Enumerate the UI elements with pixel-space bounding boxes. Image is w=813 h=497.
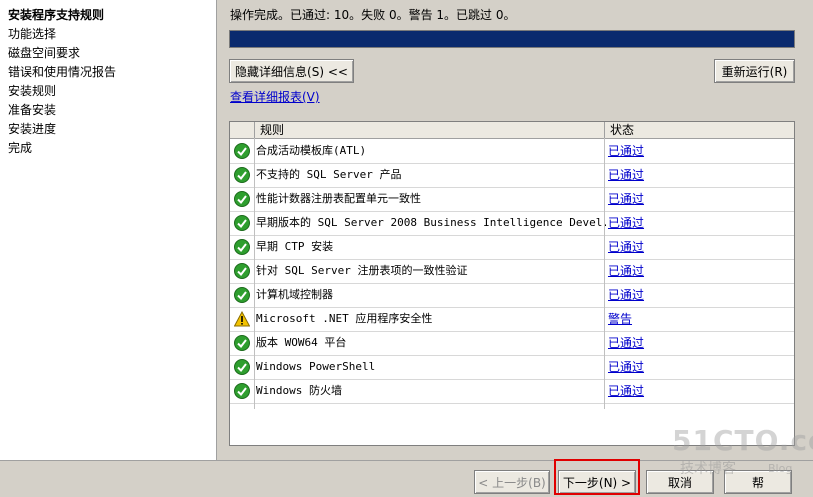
sidebar-item-install-rules[interactable]: 安装规则 bbox=[8, 83, 56, 99]
rule-name: 合成活动模板库(ATL) bbox=[256, 144, 367, 157]
grid-col-divider-icon bbox=[254, 138, 255, 409]
rules-grid: 规则 状态 合成活动模板库(ATL) 已通过 不支持的 SQL Server 产品已… bbox=[229, 121, 795, 446]
rule-status-link[interactable]: 已通过 bbox=[608, 283, 644, 307]
back-button[interactable]: < 上一步(B) bbox=[474, 470, 550, 494]
rule-name: 性能计数器注册表配置单元一致性 bbox=[256, 192, 421, 205]
rule-name: 不支持的 SQL Server 产品 bbox=[256, 168, 402, 181]
pass-icon bbox=[234, 383, 250, 399]
rule-status-link[interactable]: 已通过 bbox=[608, 187, 644, 211]
table-row: 性能计数器注册表配置单元一致性 已通过 bbox=[230, 187, 794, 212]
pass-icon bbox=[234, 215, 250, 231]
hide-details-button[interactable]: 隐藏详细信息(S) << bbox=[229, 59, 354, 83]
sidebar-item-complete[interactable]: 完成 bbox=[8, 140, 32, 156]
pass-icon bbox=[234, 359, 250, 375]
rule-status-link[interactable]: 已通过 bbox=[608, 355, 644, 379]
table-row: Windows PowerShell 已通过 bbox=[230, 355, 794, 380]
status-text: 操作完成。已通过: 10。失败 0。警告 1。已跳过 0。 bbox=[230, 8, 516, 22]
rule-status-link[interactable]: 已通过 bbox=[608, 139, 644, 163]
pass-icon bbox=[234, 191, 250, 207]
rule-name: Windows 防火墙 bbox=[256, 384, 342, 397]
watermark-caption: 技术博客 bbox=[680, 461, 736, 477]
pass-icon bbox=[234, 143, 250, 159]
table-row: 不支持的 SQL Server 产品 已通过 bbox=[230, 163, 794, 188]
sidebar-item-ready-to-install[interactable]: 准备安装 bbox=[8, 102, 56, 118]
rule-status-link[interactable]: 警告 bbox=[608, 307, 632, 331]
watermark-blog: Blog bbox=[768, 462, 793, 475]
table-row: 早期版本的 SQL Server 2008 Business Intellige… bbox=[230, 211, 794, 236]
table-row: 版本 WOW64 平台 已通过 bbox=[230, 331, 794, 356]
header-divider bbox=[604, 122, 605, 138]
view-report-link[interactable]: 查看详细报表(V) bbox=[230, 88, 320, 105]
watermark-logo: 51CTO.com bbox=[672, 424, 813, 457]
rule-name: 针对 SQL Server 注册表项的一致性验证 bbox=[256, 264, 468, 277]
pass-icon bbox=[234, 167, 250, 183]
header-icon-column bbox=[230, 122, 255, 138]
rule-status-link[interactable]: 已通过 bbox=[608, 259, 644, 283]
pass-icon bbox=[234, 239, 250, 255]
pass-icon bbox=[234, 263, 250, 279]
rule-status-link[interactable]: 已通过 bbox=[608, 163, 644, 187]
sidebar-item-feature-selection[interactable]: 功能选择 bbox=[8, 26, 56, 42]
rule-name: Microsoft .NET 应用程序安全性 bbox=[256, 312, 433, 325]
rerun-button[interactable]: 重新运行(R) bbox=[714, 59, 795, 83]
sidebar-nav: 安装程序支持规则 功能选择 磁盘空间要求 错误和使用情况报告 安装规则 准备安装… bbox=[0, 0, 217, 460]
table-row: 针对 SQL Server 注册表项的一致性验证 已通过 bbox=[230, 259, 794, 284]
progress-fill bbox=[230, 31, 794, 47]
table-row: Windows 防火墙 已通过 bbox=[230, 379, 794, 404]
progress-bar bbox=[229, 30, 795, 48]
table-row: 计算机域控制器 已通过 bbox=[230, 283, 794, 308]
pass-icon bbox=[234, 287, 250, 303]
table-row: 合成活动模板库(ATL) 已通过 bbox=[230, 139, 794, 164]
main-panel: 操作完成。已通过: 10。失败 0。警告 1。已跳过 0。 隐藏详细信息(S) … bbox=[217, 0, 813, 460]
rule-name: Windows PowerShell bbox=[256, 360, 376, 373]
rule-status-link[interactable]: 已通过 bbox=[608, 235, 644, 259]
rule-name: 早期 CTP 安装 bbox=[256, 240, 334, 253]
table-row: 早期 CTP 安装 已通过 bbox=[230, 235, 794, 260]
rule-status-link[interactable]: 已通过 bbox=[608, 331, 644, 355]
pass-icon bbox=[234, 335, 250, 351]
sidebar-item-setup-support-rules[interactable]: 安装程序支持规则 bbox=[8, 7, 104, 23]
rule-status-link[interactable]: 已通过 bbox=[608, 211, 644, 235]
rule-name: 早期版本的 SQL Server 2008 Business Intellige… bbox=[256, 216, 606, 229]
grid-header: 规则 状态 bbox=[230, 122, 794, 139]
rule-name: 计算机域控制器 bbox=[256, 288, 333, 301]
sidebar-item-error-reporting[interactable]: 错误和使用情况报告 bbox=[8, 64, 116, 80]
grid-col-divider-status bbox=[604, 138, 605, 409]
header-rule[interactable]: 规则 bbox=[260, 122, 284, 138]
table-row: Microsoft .NET 应用程序安全性 警告 bbox=[230, 307, 794, 332]
sidebar-item-install-progress[interactable]: 安装进度 bbox=[8, 121, 56, 137]
sidebar-item-disk-space[interactable]: 磁盘空间要求 bbox=[8, 45, 80, 61]
warning-icon bbox=[233, 310, 251, 327]
rule-status-link[interactable]: 已通过 bbox=[608, 379, 644, 403]
rule-name: 版本 WOW64 平台 bbox=[256, 336, 347, 349]
next-button-highlight bbox=[554, 459, 640, 495]
header-status[interactable]: 状态 bbox=[610, 122, 634, 138]
